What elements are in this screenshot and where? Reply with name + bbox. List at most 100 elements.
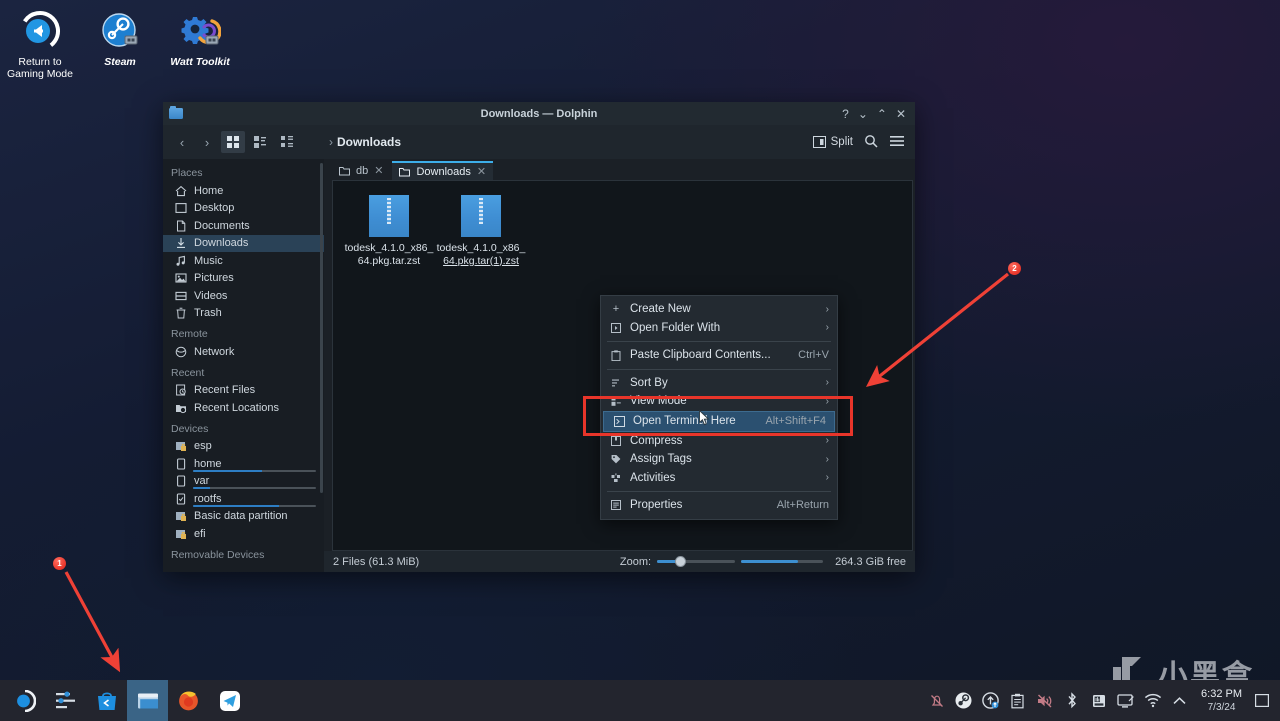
sidebar-item-videos[interactable]: Videos [163,287,324,305]
taskbar-discover-store[interactable] [86,680,127,721]
taskbar-file-manager[interactable] [127,680,168,721]
sidebar-item-esp[interactable]: esp [163,438,324,456]
clock[interactable]: 6:32 PM 7/3/24 [1193,688,1250,714]
chevron-right-icon: › [825,303,829,315]
taskbar-settings[interactable] [45,680,86,721]
tab-db[interactable]: db ✕ [332,161,391,180]
chevron-right-icon: › [825,453,829,465]
sidebar-item-recent-locations[interactable]: Recent Locations [163,399,324,417]
archive-icon [461,195,501,237]
tab-close-icon[interactable]: ✕ [477,165,486,178]
storage-icon[interactable] [1085,680,1112,721]
drive-lock-icon [174,527,187,540]
menu-item-sort-by[interactable]: Sort By › [601,374,837,393]
maximize-button[interactable]: ⌃ [877,108,887,120]
minimize-button[interactable]: ⌄ [858,108,868,120]
file-name: todesk_4.1.0_x86_ 64.pkg.tar(1).zst [436,242,526,267]
compact-view-button[interactable] [248,131,272,153]
taskbar-app-launcher[interactable] [4,680,45,721]
display-icon[interactable] [1112,680,1139,721]
tab-close-icon[interactable]: ✕ [374,164,383,177]
sidebar-item-desktop[interactable]: Desktop [163,200,324,218]
properties-icon [609,500,623,511]
menu-item-compress[interactable]: Compress › [601,432,837,451]
menu-item-assign-tags[interactable]: Assign Tags › [601,450,837,469]
notifications-muted-icon[interactable] [923,680,950,721]
drive-icon [174,457,187,470]
taskbar-firefox[interactable] [168,680,209,721]
sidebar-item-home-device[interactable]: home [163,455,324,473]
sidebar-item-trash[interactable]: Trash [163,305,324,323]
gear-icon [160,8,240,54]
updates-icon[interactable] [977,680,1004,721]
archive-icon [369,195,409,237]
menu-item-activities[interactable]: Activities › [601,469,837,488]
desktop-icon-return-to-gaming-mode[interactable]: Return to Gaming Mode [0,2,80,80]
menu-item-shortcut: Alt+Return [776,499,829,512]
clipboard-icon [609,350,623,361]
folder-icon [169,106,183,119]
sidebar-item-pictures[interactable]: Pictures [163,270,324,288]
sidebar-item-home[interactable]: Home [163,182,324,200]
menu-item-view-mode[interactable]: View Mode › [601,392,837,411]
sidebar-item-documents[interactable]: Documents [163,217,324,235]
folder-icon [339,166,350,175]
file-item[interactable]: todesk_4.1.0_x86_ 64.pkg.tar.zst [343,195,435,267]
sidebar-item-var[interactable]: var [163,473,324,491]
volume-muted-icon[interactable] [1031,680,1058,721]
search-button[interactable] [864,134,878,151]
tab-label: Downloads [416,165,471,178]
sidebar-label: home [194,457,222,470]
menu-item-properties[interactable]: Properties Alt+Return [601,496,837,515]
desktop-icon [174,202,187,215]
context-menu: + Create New › Open Folder With › Paste … [600,295,838,520]
breadcrumb-path[interactable]: Downloads [337,135,401,149]
capacity-bar [193,469,316,472]
menu-item-open-folder-with[interactable]: Open Folder With › [601,319,837,338]
desktop-icon-steam[interactable]: Steam [80,2,160,80]
split-button[interactable]: Split [812,136,853,148]
sidebar-item-downloads[interactable]: Downloads [163,234,324,252]
firefox-icon [179,691,198,711]
sidebar-item-rootfs[interactable]: rootfs [163,490,324,508]
icon-view-button[interactable] [221,131,245,153]
wifi-icon[interactable] [1139,680,1166,721]
taskbar-telegram[interactable] [209,680,250,721]
breadcrumb[interactable]: › Downloads [329,135,401,149]
desktop-icon-watt-toolkit[interactable]: Watt Toolkit [160,2,240,80]
capacity-bar [193,504,316,507]
sidebar-item-efi[interactable]: efi [163,525,324,543]
menu-item-create-new[interactable]: + Create New › [601,300,837,319]
menu-button[interactable] [889,134,905,151]
back-button[interactable]: ‹ [171,131,193,153]
details-view-button[interactable] [275,131,299,153]
sidebar-label: Recent Files [194,384,256,397]
sidebar-label: Home [194,184,224,197]
close-button[interactable]: ✕ [896,108,906,120]
compress-icon [609,435,623,446]
menu-item-label: Properties [630,499,683,512]
menu-item-paste-clipboard-contents[interactable]: Paste Clipboard Contents... Ctrl+V [601,346,837,365]
help-button[interactable]: ? [842,108,849,120]
file-item[interactable]: todesk_4.1.0_x86_ 64.pkg.tar(1).zst [435,195,527,267]
clipboard-icon[interactable] [1004,680,1031,721]
menu-item-label: Open Terminal Here [633,415,736,427]
home-icon [174,184,187,197]
sidebar-item-recent-files[interactable]: Recent Files [163,382,324,400]
sidebar-item-network[interactable]: Network [163,343,324,361]
show-hidden-icon[interactable] [1166,680,1193,721]
tab-bar: db ✕ Downloads ✕ [324,159,915,180]
menu-item-open-terminal-here[interactable]: Open Terminal Here Alt+Shift+F4 [603,410,835,432]
sidebar-item-music[interactable]: Music [163,252,324,270]
zoom-slider[interactable] [657,556,736,567]
sidebar-item-basic-data-partition[interactable]: Basic data partition [163,508,324,526]
window-titlebar[interactable]: Downloads — Dolphin ? ⌄ ⌃ ✕ [163,102,915,125]
sidebar-scrollbar[interactable] [320,163,323,493]
bluetooth-icon[interactable] [1058,680,1085,721]
steam-tray-icon[interactable] [950,680,977,721]
show-desktop-button[interactable] [1250,680,1274,721]
forward-button[interactable]: › [196,131,218,153]
tab-downloads[interactable]: Downloads ✕ [392,161,494,180]
sidebar-label: rootfs [194,492,222,505]
menu-item-shortcut: Ctrl+V [798,349,829,362]
